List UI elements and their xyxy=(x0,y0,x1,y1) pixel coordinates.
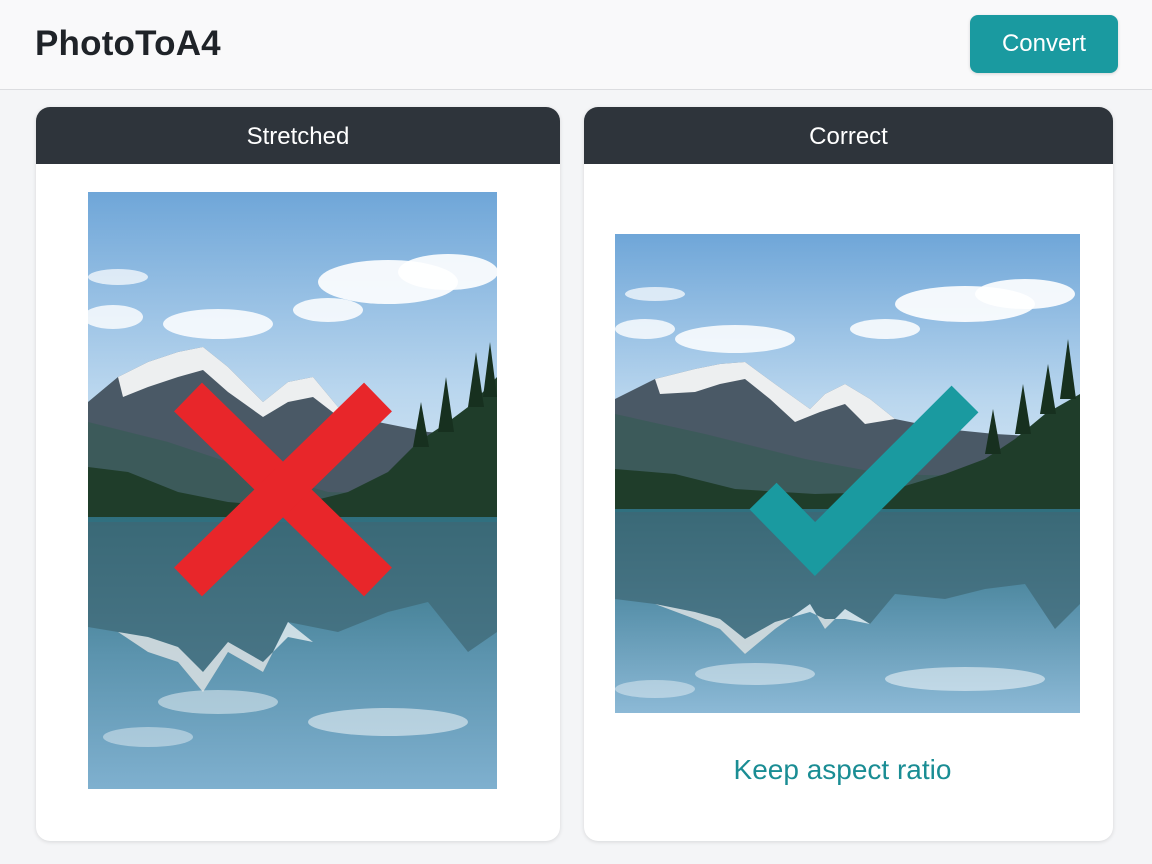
app-title: PhotoToA4 xyxy=(35,24,221,63)
convert-button[interactable]: Convert xyxy=(970,15,1118,73)
keep-aspect-ratio-caption: Keep aspect ratio xyxy=(733,754,952,785)
stretched-panel: Stretched xyxy=(36,107,560,841)
mountain-lake-photo xyxy=(88,192,497,789)
correct-photo xyxy=(615,234,1080,713)
correct-panel-title: Correct xyxy=(584,107,1113,164)
mountain-lake-photo xyxy=(615,234,1080,713)
stretched-panel-title: Stretched xyxy=(36,107,560,164)
stretched-photo xyxy=(88,192,497,789)
correct-panel: Correct Keep aspect ratio xyxy=(584,107,1113,841)
top-bar: PhotoToA4 Convert xyxy=(0,0,1152,90)
